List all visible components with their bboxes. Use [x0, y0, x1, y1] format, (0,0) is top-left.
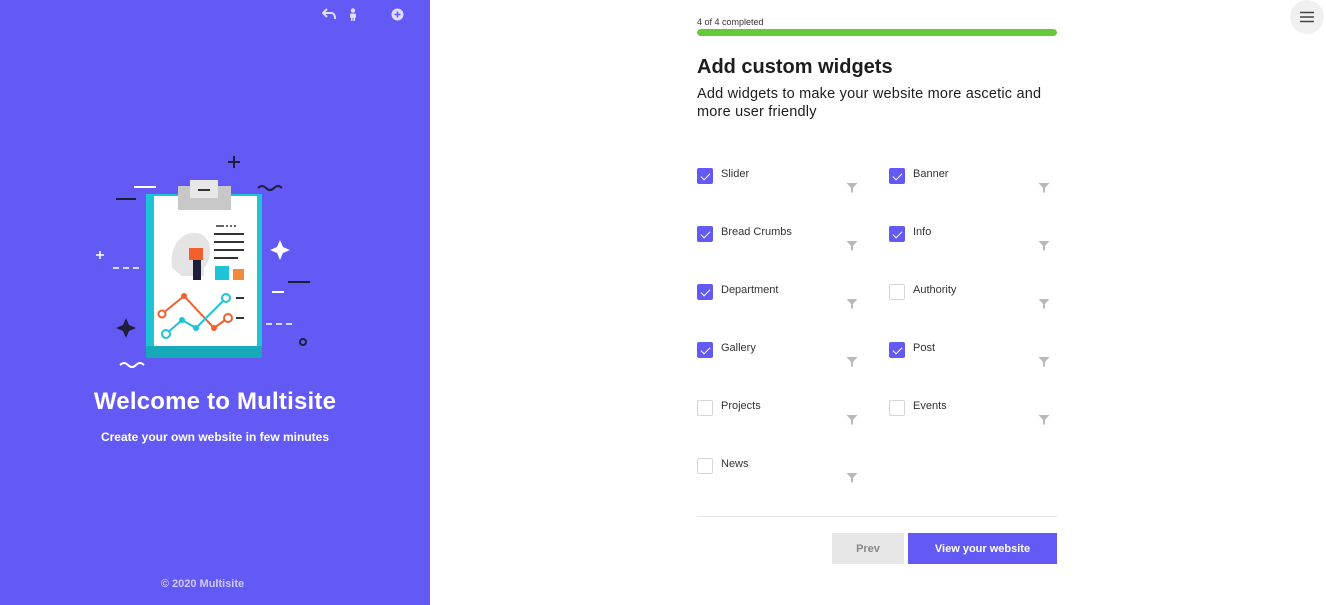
- page-description: Add widgets to make your website more as…: [697, 86, 1042, 120]
- prev-button[interactable]: Prev: [832, 533, 904, 564]
- filter-icon[interactable]: [1038, 181, 1050, 193]
- filter-icon[interactable]: [1038, 297, 1050, 309]
- filter-icon[interactable]: [1038, 355, 1050, 367]
- widget-label[interactable]: Banner: [913, 168, 948, 180]
- widget-item: Authority: [889, 276, 1050, 316]
- widget-label[interactable]: Slider: [721, 168, 749, 180]
- widget-label[interactable]: Gallery: [721, 342, 756, 354]
- widget-item: Post: [889, 334, 1050, 374]
- widget-checkbox[interactable]: [889, 226, 905, 242]
- widget-label[interactable]: Bread Crumbs: [721, 226, 792, 238]
- filter-icon[interactable]: [846, 355, 858, 367]
- hamburger-menu-icon[interactable]: [1290, 0, 1324, 34]
- widget-label[interactable]: Department: [721, 284, 778, 296]
- progress-text: 4 of 4 completed: [697, 17, 764, 27]
- filter-icon[interactable]: [1038, 413, 1050, 425]
- widget-checkbox[interactable]: [889, 400, 905, 416]
- widget-checkbox[interactable]: [889, 168, 905, 184]
- filter-icon[interactable]: [846, 413, 858, 425]
- filter-icon[interactable]: [846, 471, 858, 483]
- widget-label[interactable]: Info: [913, 226, 931, 238]
- filter-icon[interactable]: [846, 181, 858, 193]
- filter-icon[interactable]: [846, 239, 858, 251]
- filter-icon[interactable]: [1038, 239, 1050, 251]
- widget-item: Info: [889, 218, 1050, 258]
- reply-icon[interactable]: [318, 5, 340, 23]
- panel-toolbar: [316, 5, 408, 23]
- widget-item: Gallery: [697, 334, 858, 374]
- widget-item: Projects: [697, 392, 858, 432]
- view-website-button[interactable]: View your website: [908, 533, 1057, 564]
- widget-checkbox[interactable]: [889, 342, 905, 358]
- widget-checkbox[interactable]: [697, 284, 713, 300]
- widget-label[interactable]: News: [721, 458, 749, 470]
- divider: [697, 516, 1057, 517]
- filter-icon[interactable]: [846, 297, 858, 309]
- widget-item: Events: [889, 392, 1050, 432]
- widget-item: Bread Crumbs: [697, 218, 858, 258]
- progress-bar-fill: [697, 29, 1057, 36]
- widget-checkbox[interactable]: [697, 342, 713, 358]
- widget-checkbox[interactable]: [697, 168, 713, 184]
- welcome-title: Welcome to Multisite: [93, 388, 337, 415]
- plus-circle-icon[interactable]: [386, 5, 408, 23]
- widget-item: Department: [697, 276, 858, 316]
- clipboard-illustration: [96, 156, 310, 368]
- widget-label[interactable]: Post: [913, 342, 935, 354]
- widget-item: News: [697, 450, 858, 490]
- copyright-text: © 2020 Multisite: [160, 578, 245, 590]
- widget-label[interactable]: Events: [913, 400, 947, 412]
- welcome-subtitle: Create your own website in few minutes: [100, 430, 330, 444]
- widget-label[interactable]: Projects: [721, 400, 761, 412]
- widget-checkbox[interactable]: [697, 400, 713, 416]
- widget-checkbox[interactable]: [889, 284, 905, 300]
- widget-checkbox[interactable]: [697, 226, 713, 242]
- page-title: Add custom widgets: [697, 56, 893, 78]
- widget-item: Slider: [697, 160, 858, 200]
- widget-label[interactable]: Authority: [913, 284, 956, 296]
- progress-bar: [697, 29, 1057, 36]
- widget-item: Banner: [889, 160, 1050, 200]
- person-icon[interactable]: [342, 5, 364, 23]
- welcome-panel: Welcome to Multisite Create your own web…: [0, 0, 430, 605]
- widget-checkbox[interactable]: [697, 458, 713, 474]
